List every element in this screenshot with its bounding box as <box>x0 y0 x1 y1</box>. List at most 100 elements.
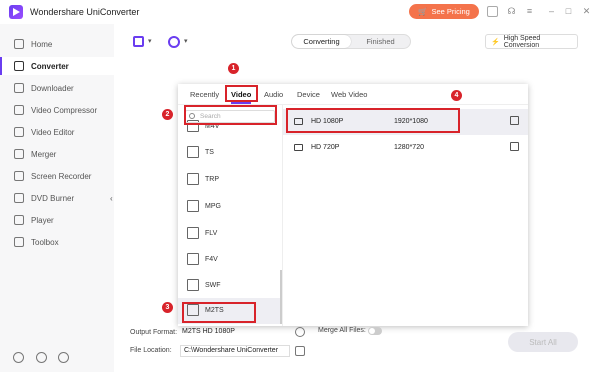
add-dvd-icon <box>168 36 180 48</box>
file-location-select[interactable]: C:\Wondershare UniConverter <box>180 345 290 357</box>
sidebar-item-label: DVD Burner <box>31 193 75 203</box>
cart-icon: 🛒 <box>418 7 428 16</box>
sidebar-item-label: Converter <box>31 61 69 71</box>
format-label: SWF <box>205 282 221 289</box>
format-label: TRP <box>205 176 219 183</box>
list-item[interactable]: TRP <box>178 167 282 193</box>
sidebar-item-home[interactable]: Home <box>0 35 114 53</box>
list-item[interactable]: SWF <box>178 273 282 299</box>
headset-icon[interactable]: ☊ <box>506 6 517 17</box>
format-icon <box>187 146 199 158</box>
chevron-down-icon: ▾ <box>148 38 152 45</box>
chevron-down-icon: ▾ <box>184 38 188 45</box>
list-item[interactable]: FLV <box>178 221 282 247</box>
tab-device[interactable]: Device <box>297 90 320 99</box>
output-format-select[interactable]: M2TS HD 1080P <box>182 326 290 338</box>
output-format-label: Output Format: <box>130 329 178 336</box>
annotation-box-preset <box>286 108 460 133</box>
format-icon <box>187 227 199 239</box>
title-bar: Wondershare UniConverter 🛒 See Pricing ☊… <box>0 0 600 24</box>
list-item[interactable]: F4V <box>178 247 282 273</box>
sidebar-item-label: Home <box>31 39 53 49</box>
conversion-tabs: Converting Finished <box>291 34 411 49</box>
sidebar-item-label: Merger <box>31 149 57 159</box>
lightning-icon: ⚡ <box>491 38 500 46</box>
see-pricing-button[interactable]: 🛒 See Pricing <box>409 4 479 19</box>
sidebar-item-converter[interactable]: Converter <box>0 57 114 75</box>
tab-converting[interactable]: Converting <box>292 35 351 48</box>
converter-icon <box>14 61 24 71</box>
video-icon <box>294 144 303 151</box>
annotation-number: 2 <box>162 109 173 120</box>
sidebar-item-merger[interactable]: Merger <box>0 145 114 163</box>
account-icon[interactable] <box>487 6 498 17</box>
tab-web-video[interactable]: Web Video <box>331 90 367 99</box>
home-icon <box>14 39 24 49</box>
tab-audio[interactable]: Audio <box>264 90 283 99</box>
merge-all-files-label: Merge All Files: <box>318 327 366 334</box>
tab-finished[interactable]: Finished <box>351 35 410 48</box>
editor-icon <box>14 127 24 137</box>
toolbox-icon <box>14 237 24 247</box>
compressor-icon <box>14 105 24 115</box>
dvd-burner-icon <box>14 193 24 203</box>
format-list: M4V Search TS TRP MPG FLV F4V SWF M2TS <box>178 105 283 326</box>
folder-icon[interactable] <box>295 346 305 356</box>
add-dvd-button[interactable]: ▾ <box>168 35 190 49</box>
format-label: TS <box>205 149 214 156</box>
screen-recorder-icon <box>14 171 24 181</box>
start-all-button[interactable]: Start All <box>508 332 578 352</box>
sidebar-item-label: Player <box>31 215 54 225</box>
edit-icon[interactable] <box>510 116 519 125</box>
list-item[interactable]: TS <box>178 140 282 166</box>
sidebar-item-dvd-burner[interactable]: DVD Burner <box>0 189 114 207</box>
see-pricing-label: See Pricing <box>431 7 470 16</box>
sidebar-item-label: Screen Recorder <box>31 171 92 181</box>
format-list-scrollbar[interactable] <box>280 270 282 324</box>
downloader-icon <box>14 83 24 93</box>
sidebar-item-video-compressor[interactable]: Video Compressor <box>0 101 114 119</box>
format-label: FLV <box>205 230 218 237</box>
list-item[interactable]: HD 720P 1280*720 <box>283 135 528 161</box>
format-icon <box>187 173 199 185</box>
annotation-number: 1 <box>228 63 239 74</box>
annotation-box-m2ts <box>182 302 256 323</box>
preset-list: HD 1080P 1920*1080 HD 720P 1280*720 <box>283 105 528 326</box>
minimize-icon[interactable]: – <box>546 6 557 17</box>
tab-recently[interactable]: Recently <box>190 90 219 99</box>
app-logo-icon <box>9 5 23 19</box>
add-file-icon <box>133 36 144 47</box>
list-item[interactable]: MPG <box>178 194 282 220</box>
notification-icon[interactable] <box>36 352 47 363</box>
format-label: F4V <box>205 256 218 263</box>
close-icon[interactable]: ✕ <box>581 6 592 17</box>
settings-icon[interactable] <box>295 327 305 337</box>
sidebar-item-toolbox[interactable]: Toolbox <box>0 233 114 251</box>
annotation-number: 4 <box>451 90 462 101</box>
player-icon <box>14 215 24 225</box>
feedback-icon[interactable] <box>58 352 69 363</box>
merge-all-files-toggle[interactable] <box>368 327 382 335</box>
format-icon <box>187 279 199 291</box>
maximize-icon[interactable]: □ <box>563 6 574 17</box>
preset-name: HD 720P <box>311 144 340 151</box>
sidebar-item-player[interactable]: Player <box>0 211 114 229</box>
high-speed-conversion-button[interactable]: ⚡ High Speed Conversion <box>485 34 578 49</box>
sidebar-item-video-editor[interactable]: Video Editor <box>0 123 114 141</box>
edit-icon[interactable] <box>510 142 519 151</box>
annotation-number: 3 <box>162 302 173 313</box>
format-label: MPG <box>205 203 221 210</box>
add-files-button[interactable]: ▾ <box>133 35 155 49</box>
sidebar-item-label: Video Editor <box>31 127 75 137</box>
preset-resolution: 1280*720 <box>394 144 424 151</box>
sidebar-item-label: Toolbox <box>31 237 59 247</box>
merger-icon <box>14 149 24 159</box>
sidebar-item-downloader[interactable]: Downloader <box>0 79 114 97</box>
menu-icon[interactable]: ≡ <box>524 6 535 17</box>
sidebar-item-screen-recorder[interactable]: Screen Recorder <box>0 167 114 185</box>
format-icon <box>187 200 199 212</box>
file-location-label: File Location: <box>130 347 172 354</box>
app-title: Wondershare UniConverter <box>30 7 140 17</box>
collapse-sidebar-icon[interactable]: ‹ <box>110 194 118 206</box>
help-icon[interactable] <box>13 352 24 363</box>
